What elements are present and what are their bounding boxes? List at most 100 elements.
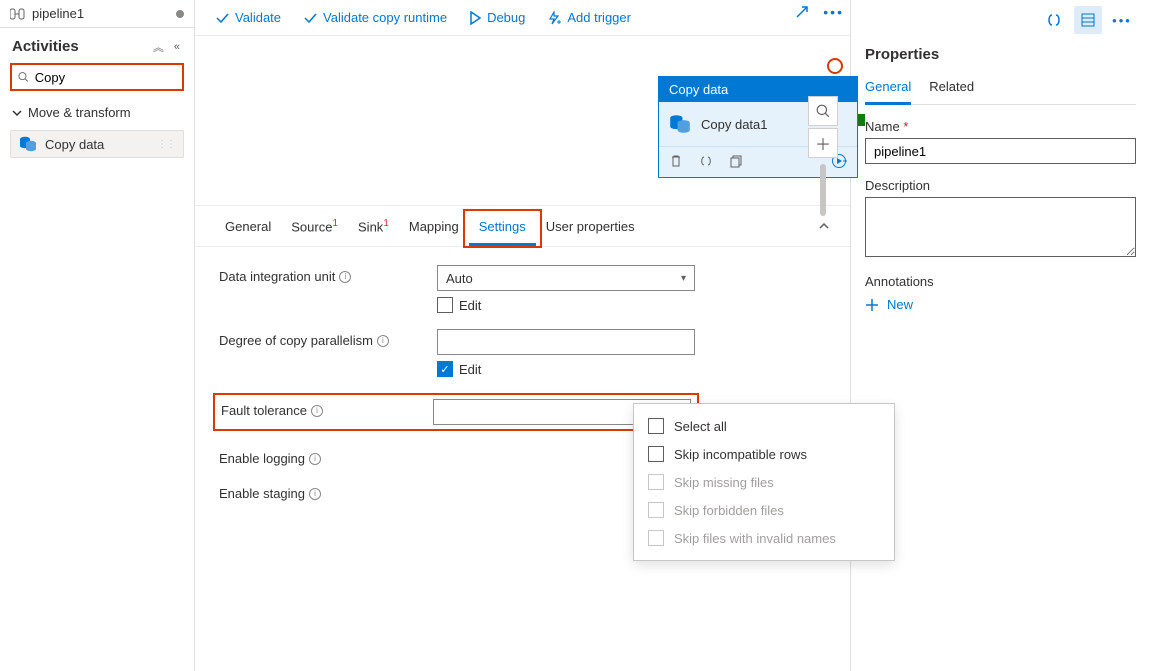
pipeline-canvas[interactable]: Copy data Copy data1 ＋ [195,36,850,206]
checkbox-icon [648,530,664,546]
parallelism-edit-checkbox[interactable]: ✓ Edit [437,361,695,377]
expand-icon[interactable] [795,5,809,19]
activities-heading: Activities [12,38,145,55]
tab-settings[interactable]: Settings [469,207,536,246]
fault-tolerance-option: Skip missing files [634,468,894,496]
source-badge: 1 [332,218,338,229]
parallelism-input[interactable] [437,329,695,355]
option-label: Skip forbidden files [674,503,784,518]
delete-icon[interactable] [669,154,683,168]
properties-more-icon[interactable]: ••• [1108,6,1136,34]
trigger-icon [547,11,561,25]
collapse-left-icon[interactable]: « [172,41,182,53]
tab-sink[interactable]: Sink1 [348,206,399,246]
pipeline-icon [10,7,26,21]
parallelism-label: Degree of copy parallelism [219,333,373,348]
enable-staging-label: Enable staging [219,486,305,501]
settings-form: Data integration unit i Auto ▾ Edit Degre… [195,247,850,535]
activities-search[interactable] [10,63,184,91]
activity-copy-data[interactable]: Copy data ⋮⋮ [10,130,184,158]
play-icon [469,11,481,25]
tab-user-properties[interactable]: User properties [536,207,645,246]
checkbox-icon [648,446,664,462]
highlight-marker-icon [827,58,843,74]
collapse-double-icon[interactable]: ︽ [151,39,166,55]
sink-badge: 1 [383,218,389,229]
properties-heading: Properties [865,46,1136,63]
add-trigger-label: Add trigger [567,10,631,25]
check-icon [303,11,317,25]
validate-copy-button[interactable]: Validate copy runtime [303,10,447,25]
validate-label: Validate [235,10,281,25]
name-label: Name [865,119,900,134]
fault-tolerance-label: Fault tolerance [221,403,307,418]
info-icon[interactable]: i [311,405,323,417]
fault-tolerance-dropdown: Select all Skip incompatible rows Skip mis… [633,403,895,561]
canvas-search-button[interactable] [808,96,838,126]
activities-sidebar: pipeline1 Activities ︽ « Move & transfor… [0,0,195,671]
unsaved-indicator-icon [176,10,184,18]
drag-grip-icon: ⋮⋮ [157,139,175,150]
tab-source[interactable]: Source1 [281,206,348,246]
fault-tolerance-option: Skip forbidden files [634,496,894,524]
new-annotation-button[interactable]: New [865,297,1136,312]
tab-mapping[interactable]: Mapping [399,207,469,246]
debug-label: Debug [487,10,525,25]
description-label: Description [865,178,1136,193]
checkbox-checked-icon: ✓ [437,361,453,377]
info-icon[interactable]: i [339,271,351,283]
plus-icon [865,298,879,312]
diu-edit-checkbox[interactable]: Edit [437,297,695,313]
props-tab-related[interactable]: Related [929,73,974,104]
option-label: Select all [674,419,727,434]
group-move-transform[interactable]: Move & transform [0,99,194,126]
annotations-label: Annotations [865,274,1136,289]
pipeline-tab[interactable]: pipeline1 [0,0,194,28]
activities-search-input[interactable] [35,70,176,85]
add-trigger-button[interactable]: Add trigger [547,10,631,25]
edit-label: Edit [459,362,481,377]
code-view-button[interactable] [1040,6,1068,34]
node-subtitle: Copy data1 [701,117,768,132]
chevron-down-icon: ▾ [681,273,686,284]
activity-detail-tabs: General Source1 Sink1 Mapping Settings U… [195,206,850,247]
main-area: ••• Validate Validate copy runtime Debug… [195,0,850,671]
checkbox-icon [648,474,664,490]
diu-label: Data integration unit [219,269,335,284]
diu-select[interactable]: Auto ▾ [437,265,695,291]
group-label: Move & transform [28,105,131,120]
activity-label: Copy data [45,137,104,152]
option-label: Skip incompatible rows [674,447,807,462]
option-label: Skip missing files [674,475,774,490]
check-icon [215,11,229,25]
validate-copy-label: Validate copy runtime [323,10,447,25]
option-label: Skip files with invalid names [674,531,836,546]
fault-tolerance-option[interactable]: Skip incompatible rows [634,440,894,468]
success-connector-icon[interactable] [857,114,865,126]
pipeline-name: pipeline1 [32,6,84,21]
more-icon[interactable]: ••• [823,4,844,20]
tab-general[interactable]: General [215,207,281,246]
name-input[interactable] [865,138,1136,164]
canvas-add-button[interactable]: ＋ [808,128,838,158]
info-icon[interactable]: i [377,335,389,347]
validate-button[interactable]: Validate [215,10,281,25]
new-label: New [887,297,913,312]
collapse-panel-icon[interactable] [818,220,830,232]
properties-view-button[interactable] [1074,6,1102,34]
info-icon[interactable]: i [309,453,321,465]
edit-label: Edit [459,298,481,313]
required-asterisk-icon: * [903,119,908,134]
description-input[interactable] [865,197,1136,257]
code-icon[interactable] [699,154,713,168]
chevron-down-icon [12,108,22,118]
debug-button[interactable]: Debug [469,10,525,25]
fault-tolerance-option[interactable]: Select all [634,412,894,440]
search-icon [18,71,29,83]
info-icon[interactable]: i [309,488,321,500]
pipeline-toolbar: Validate Validate copy runtime Debug Add… [195,0,850,36]
checkbox-icon [437,297,453,313]
enable-logging-label: Enable logging [219,451,305,466]
props-tab-general[interactable]: General [865,73,911,105]
clone-icon[interactable] [729,154,743,168]
